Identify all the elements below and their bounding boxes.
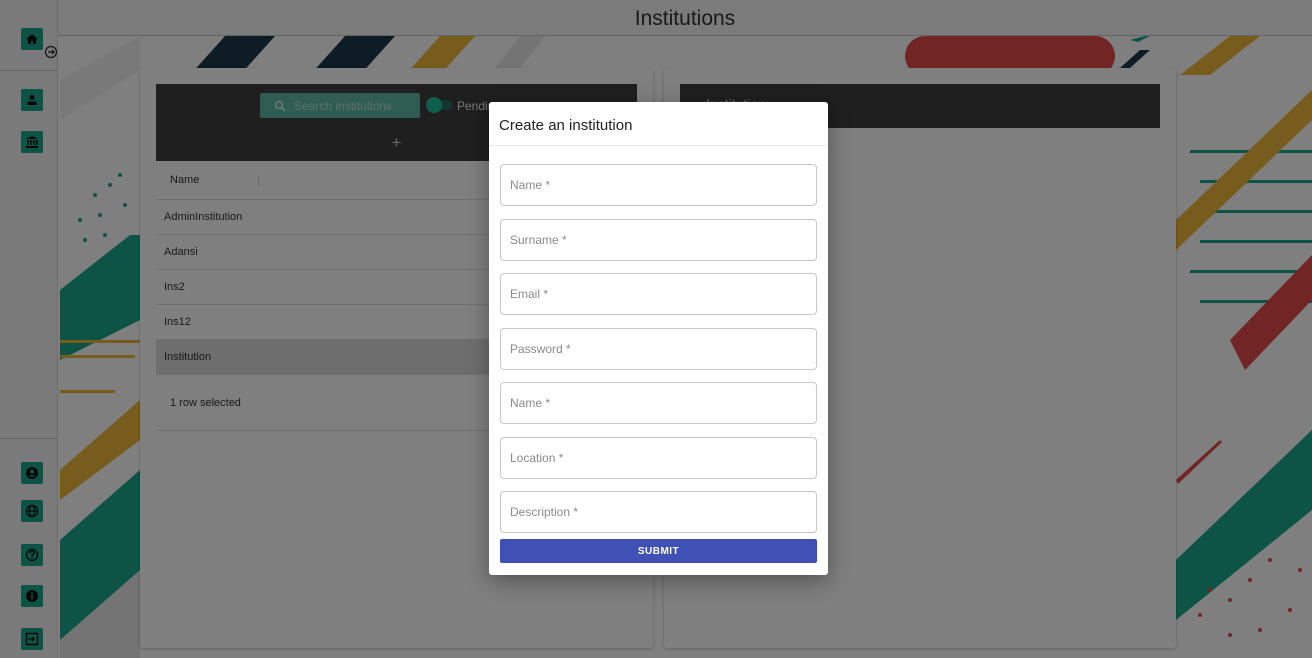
- location-input[interactable]: [501, 438, 816, 478]
- description-input[interactable]: [501, 492, 816, 532]
- email-field[interactable]: [500, 273, 817, 315]
- surname-field[interactable]: [500, 219, 817, 261]
- admin-name-input[interactable]: [501, 165, 816, 205]
- submit-button[interactable]: SUBMIT: [500, 539, 817, 563]
- dialog-title: Create an institution: [489, 102, 828, 146]
- email-input[interactable]: [501, 274, 816, 314]
- institution-name-input[interactable]: [501, 383, 816, 423]
- create-institution-dialog: Create an institution SUBMIT: [489, 102, 828, 575]
- password-field[interactable]: [500, 328, 817, 370]
- admin-name-field[interactable]: [500, 164, 817, 206]
- description-field[interactable]: [500, 491, 817, 533]
- institution-name-field[interactable]: [500, 382, 817, 424]
- password-input[interactable]: [501, 329, 816, 369]
- location-field[interactable]: [500, 437, 817, 479]
- surname-input[interactable]: [501, 220, 816, 260]
